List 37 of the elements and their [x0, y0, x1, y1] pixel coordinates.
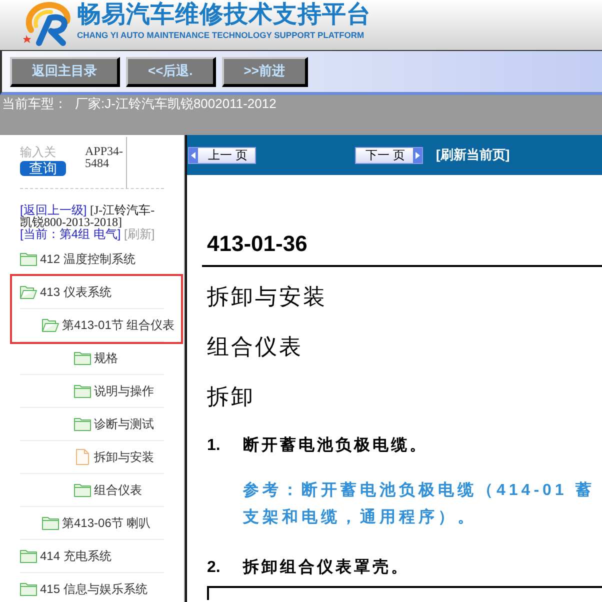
tree-item[interactable]: 规格 — [74, 351, 118, 365]
breadcrumb-link[interactable]: [返回上一级] — [20, 203, 87, 217]
arrow-left-icon — [189, 148, 198, 162]
site-title: 畅易汽车维修技术支持平台 — [77, 0, 371, 29]
model-label: 当前车型： — [2, 96, 67, 112]
tree-item[interactable]: 第413-01节 组合仪表 — [42, 318, 175, 332]
search-button[interactable]: 查询 — [20, 161, 66, 176]
document-code: 413-01-36 — [206, 231, 308, 257]
step-text: 拆卸组合仪表罩壳。 — [243, 558, 410, 578]
tree-item[interactable]: 413 仪表系统 — [20, 285, 112, 299]
step-number: 2. — [207, 558, 222, 578]
section-heading: 拆卸 — [207, 383, 255, 411]
step-text: 断开蓄电池负极电缆。 — [243, 436, 428, 456]
breadcrumb-path: [返回上一级] [J-江铃汽车-凯锐800-2013-2018] [当前：第4组 电气] [刷新] — [20, 204, 156, 240]
tree-item[interactable]: 拆卸与安装 — [74, 449, 154, 465]
document-icon — [76, 449, 89, 465]
step-number: 1. — [207, 436, 222, 456]
tree-item[interactable]: 414 充电系统 — [20, 549, 112, 563]
tree-item[interactable]: 说明与操作 — [74, 384, 154, 398]
tree-item[interactable]: 第413-06节 喇叭 — [42, 516, 151, 530]
breadcrumb-link[interactable]: [当前：第4组 电气] — [20, 227, 121, 241]
tree-item[interactable]: 诊断与测试 — [74, 417, 154, 431]
arrow-right-icon — [413, 148, 422, 162]
app-code-text: APP34-5484 — [85, 137, 127, 189]
model-value: 厂家:J-江铃汽车凯锐8002011-2012 — [75, 96, 276, 112]
tree-item[interactable]: 415 信息与娱乐系统 — [20, 582, 148, 596]
search-field[interactable]: 输入关 — [20, 144, 68, 160]
section-heading: 组合仪表 — [207, 333, 303, 361]
tree-item[interactable]: 412 温度控制系统 — [20, 252, 136, 266]
next-page-button[interactable]: 下一 页 — [355, 146, 423, 164]
site-subtitle: CHANG YI AUTO MAINTENANCE TECHNOLOGY SUPPORT PLATFORM — [77, 30, 366, 40]
reference-note: 支架和电缆，通用程序）。 — [243, 507, 477, 528]
previous-page-button[interactable]: 上一 页 — [188, 146, 256, 164]
tree-item[interactable]: 组合仪表 — [74, 483, 142, 497]
refresh-page-link[interactable]: [刷新当前页] — [436, 145, 510, 165]
section-heading: 拆卸与安装 — [207, 283, 327, 311]
reference-note: 参考：断开蓄电池负极电缆（414-01 蓄 — [243, 480, 595, 501]
